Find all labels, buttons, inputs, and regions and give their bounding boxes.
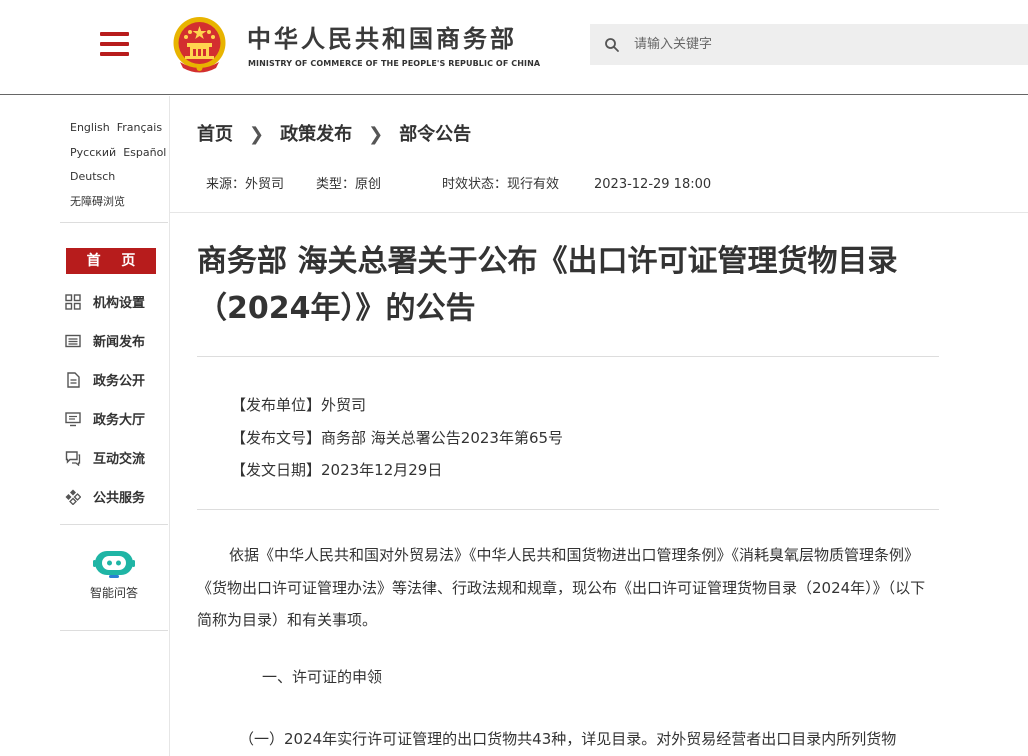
breadcrumb-announcements[interactable]: 部令公告: [399, 124, 471, 145]
meta-divider: [170, 212, 1028, 213]
lang-german-link[interactable]: Deutsch: [70, 170, 115, 183]
site-subtitle: MINISTRY OF COMMERCE OF THE PEOPLE'S REP…: [248, 59, 541, 68]
sidebar-divider: [60, 222, 168, 223]
lang-english-link[interactable]: English: [70, 121, 110, 134]
lang-french-link[interactable]: Français: [117, 121, 162, 134]
national-emblem-icon[interactable]: [172, 16, 227, 76]
sidebar-nav: 机构设置 新闻发布 政务公开 政务大厅 互动交流 公共服务: [65, 282, 165, 516]
breadcrumb: 首页 ❯ 政策发布 ❯ 部令公告: [197, 120, 471, 146]
article-title: 商务部 海关总署关于公布《出口许可证管理货物目录（2024年）》的公告: [197, 244, 898, 326]
article-meta: 来源：外贸司 类型：原创 时效状态：现行有效 2023-12-29 18:00: [206, 173, 711, 192]
meta-type: 类型：原创: [316, 177, 382, 192]
meta-source: 来源：外贸司: [206, 177, 285, 192]
lang-russian-link[interactable]: Русский: [70, 146, 116, 159]
doc-number-line: 【发布文号】商务部 海关总署公告2023年第65号: [231, 428, 564, 447]
meta-status: 时效状态：现行有效: [442, 177, 560, 192]
chat-icon: [65, 450, 81, 466]
sidebar-item-label: 政务大厅: [93, 413, 146, 428]
sidebar-item-interaction[interactable]: 互动交流: [65, 438, 165, 477]
lang-spanish-link[interactable]: Español: [123, 146, 166, 159]
service-diamond-icon: [65, 489, 81, 505]
org-grid-icon: [65, 293, 81, 310]
site-title[interactable]: 中华人民共和国商务部: [247, 25, 517, 53]
title-divider: [197, 356, 939, 357]
issue-date-line: 【发文日期】2023年12月29日: [231, 461, 443, 479]
sidebar-item-label: 公共服务: [93, 491, 146, 506]
sidebar-divider: [60, 524, 168, 525]
search-icon[interactable]: [604, 37, 620, 53]
sidebar-home-button[interactable]: 首 页: [66, 248, 156, 274]
chevron-right-icon: ❯: [249, 124, 265, 145]
document-icon: [67, 371, 80, 388]
sidebar-item-gov-affairs[interactable]: 政务公开: [65, 360, 165, 399]
sidebar-divider: [60, 630, 168, 631]
search-box: [590, 24, 1028, 65]
breadcrumb-policy[interactable]: 政策发布: [280, 124, 352, 145]
sidebar-item-label: 政务公开: [93, 374, 146, 389]
section-heading: 一、许可证的申领: [262, 668, 383, 686]
sidebar-item-label: 互动交流: [93, 452, 146, 467]
sidebar-item-service-hall[interactable]: 政务大厅: [65, 399, 165, 438]
meta-datetime: 2023-12-29 18:00: [594, 177, 712, 192]
accessibility-link[interactable]: 无障碍浏览: [70, 195, 125, 208]
smart-qa-label: 智能问答: [89, 586, 138, 600]
newspaper-icon: [65, 334, 81, 347]
left-sidebar: English Français Русский Español Deutsch 无…: [60, 96, 170, 756]
robot-chat-icon: [93, 551, 135, 578]
document-info: 【发布单位】外贸司 【发布文号】商务部 海关总署公告2023年第65号 【发文日…: [231, 389, 563, 487]
hamburger-menu-icon[interactable]: [100, 32, 129, 56]
sidebar-item-news[interactable]: 新闻发布: [65, 321, 165, 360]
body-paragraph: 依据《中华人民共和国对外贸易法》《中华人民共和国货物进出口管理条例》《消耗臭氧层…: [197, 546, 926, 629]
info-divider: [197, 509, 939, 510]
smart-qa-button[interactable]: 智能问答: [60, 548, 168, 601]
language-links: English Français Русский Español Deutsch 无…: [70, 116, 170, 214]
sidebar-item-public-service[interactable]: 公共服务: [65, 477, 165, 516]
body-paragraph: （一）2024年实行许可证管理的出口货物共43种，详见目录。对外贸易经营者出口目…: [239, 730, 897, 748]
chevron-right-icon: ❯: [368, 124, 384, 145]
monitor-icon: [65, 411, 81, 426]
sidebar-item-label: 新闻发布: [93, 335, 146, 350]
sidebar-item-label: 机构设置: [93, 296, 146, 311]
breadcrumb-home[interactable]: 首页: [197, 124, 233, 145]
issuer-line: 【发布单位】外贸司: [231, 396, 367, 414]
sidebar-item-organization[interactable]: 机构设置: [65, 282, 165, 321]
search-input[interactable]: [634, 24, 1014, 65]
site-header: 中华人民共和国商务部 MINISTRY OF COMMERCE OF THE P…: [0, 0, 1028, 95]
